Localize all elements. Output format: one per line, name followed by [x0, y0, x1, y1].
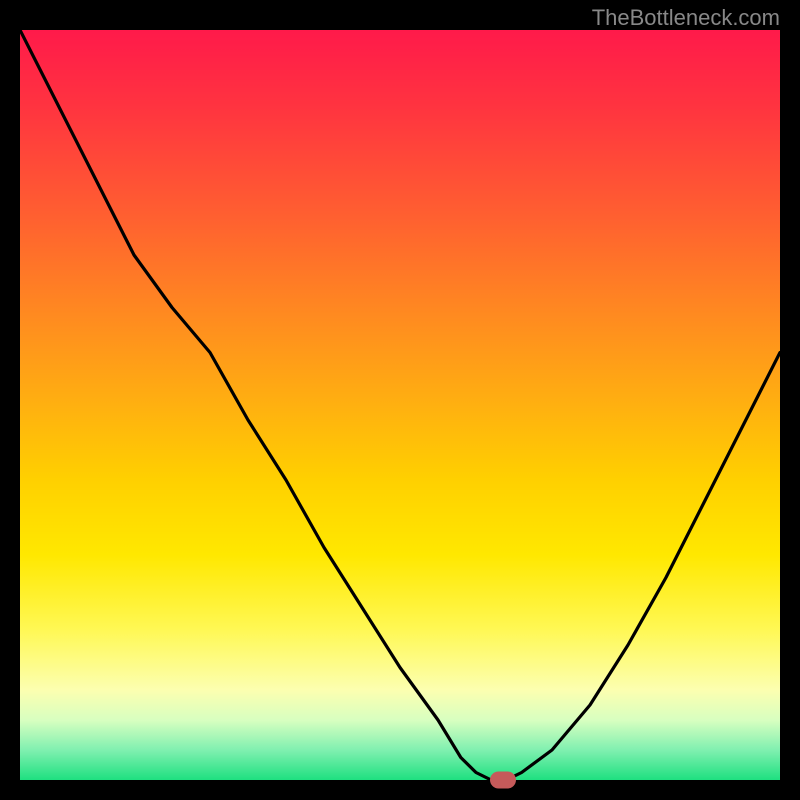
- bottleneck-curve: [20, 30, 780, 780]
- minimum-marker: [490, 772, 516, 789]
- watermark-text: TheBottleneck.com: [592, 5, 780, 31]
- chart-container: TheBottleneck.com: [0, 0, 800, 800]
